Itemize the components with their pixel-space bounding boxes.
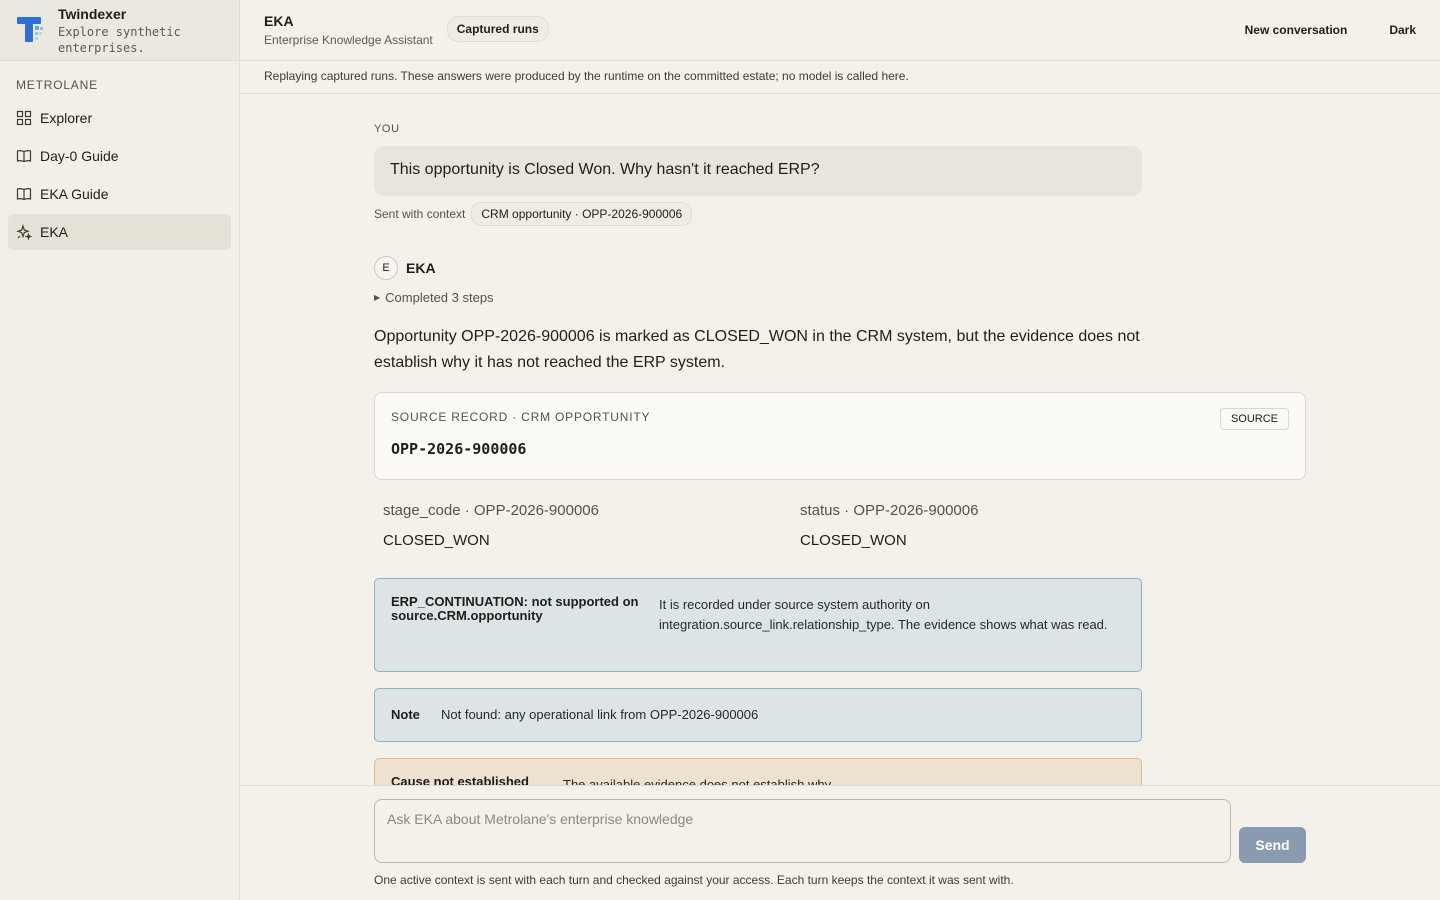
- header-title-group: EKA Enterprise Knowledge Assistant: [264, 13, 433, 47]
- book-icon: [16, 150, 32, 163]
- sidebar-item-eka[interactable]: EKA: [8, 214, 231, 250]
- callout-body: The available evidence does not establis…: [563, 777, 832, 785]
- sidebar: Twindexer Explore synthetic enterprises.…: [0, 0, 240, 900]
- context-prefix: Sent with context: [374, 207, 466, 221]
- chat-transcript[interactable]: YOU This opportunity is Closed Won. Why …: [240, 94, 1440, 785]
- sidebar-item-label: EKA: [40, 224, 69, 240]
- grid-icon: [16, 110, 32, 126]
- user-message: This opportunity is Closed Won. Why hasn…: [374, 146, 1142, 196]
- user-label: YOU: [374, 123, 400, 135]
- context-chip[interactable]: CRM opportunity · OPP-2026-900006: [471, 202, 693, 226]
- new-conversation-button[interactable]: New conversation: [1245, 23, 1348, 37]
- note-callout: Note Not found: any operational link fro…: [374, 688, 1142, 742]
- field-key: status · OPP-2026-900006: [800, 502, 979, 519]
- captured-runs-badge: Captured runs: [446, 16, 549, 42]
- erp-continuation-callout: ERP_CONTINUATION: not supported on sourc…: [374, 578, 1142, 672]
- source-record-label: SOURCE RECORD · CRM OPPORTUNITY: [391, 410, 651, 424]
- message-input[interactable]: [374, 799, 1231, 863]
- avatar: E: [374, 256, 398, 280]
- steps-label: Completed 3 steps: [385, 290, 494, 305]
- context-row: Sent with context CRM opportunity · OPP-…: [374, 202, 693, 226]
- field-value: CLOSED_WON: [800, 532, 907, 549]
- sidebar-item-eka-guide[interactable]: EKA Guide: [8, 176, 231, 212]
- cause-callout: Cause not established The available evid…: [374, 758, 1142, 785]
- field-status: status · OPP-2026-900006 CLOSED_WON: [800, 502, 1217, 549]
- assistant-answer: Opportunity OPP-2026-900006 is marked as…: [374, 328, 1140, 371]
- field-value: CLOSED_WON: [383, 532, 490, 549]
- source-button[interactable]: SOURCE: [1219, 408, 1289, 430]
- brand-tagline: Explore synthetic enterprises.: [58, 25, 181, 55]
- twindexer-logo-icon: [17, 17, 45, 42]
- send-button[interactable]: Send: [1239, 827, 1306, 863]
- header-actions: New conversation Dark: [1245, 23, 1416, 37]
- sidebar-item-day0-guide[interactable]: Day-0 Guide: [8, 138, 231, 174]
- field-key: stage_code · OPP-2026-900006: [383, 502, 599, 519]
- sparkle-icon: [16, 224, 32, 240]
- callout-title: Cause not established: [391, 774, 529, 786]
- sidebar-section-label: METROLANE: [16, 78, 98, 92]
- assistant-name: EKA: [406, 260, 436, 276]
- sidebar-item-label: EKA Guide: [40, 186, 109, 202]
- sidebar-item-label: Day-0 Guide: [40, 148, 119, 164]
- steps-toggle[interactable]: ▶ Completed 3 steps: [374, 290, 494, 305]
- theme-toggle-button[interactable]: Dark: [1389, 23, 1416, 37]
- field-stage-code: stage_code · OPP-2026-900006 CLOSED_WON: [383, 502, 800, 549]
- callout-title: ERP_CONTINUATION: not supported on sourc…: [391, 594, 639, 623]
- composer: Send One active context is sent with eac…: [240, 785, 1440, 900]
- composer-footnote: One active context is sent with each tur…: [374, 873, 1014, 887]
- top-header: EKA Enterprise Knowledge Assistant Captu…: [240, 0, 1440, 61]
- callout-body: It is recorded under source system autho…: [659, 597, 1108, 632]
- replay-banner: Replaying captured runs. These answers w…: [240, 61, 1440, 94]
- source-record-card: SOURCE RECORD · CRM OPPORTUNITY OPP-2026…: [374, 392, 1306, 480]
- brand[interactable]: Twindexer Explore synthetic enterprises.: [0, 0, 239, 61]
- page-subtitle: Enterprise Knowledge Assistant: [264, 33, 433, 47]
- sidebar-item-label: Explorer: [40, 110, 93, 126]
- callout-body: Not found: any operational link from OPP…: [441, 707, 759, 722]
- book-icon: [16, 188, 32, 201]
- page-title: EKA: [264, 13, 294, 29]
- assistant-header: E EKA: [374, 256, 436, 280]
- source-record-id: OPP-2026-900006: [391, 440, 527, 458]
- record-fields: stage_code · OPP-2026-900006 CLOSED_WON …: [383, 502, 1283, 549]
- brand-name: Twindexer: [58, 6, 127, 22]
- triangle-right-icon: ▶: [374, 293, 381, 302]
- callout-title: Note: [391, 707, 420, 722]
- sidebar-item-explorer[interactable]: Explorer: [8, 100, 231, 136]
